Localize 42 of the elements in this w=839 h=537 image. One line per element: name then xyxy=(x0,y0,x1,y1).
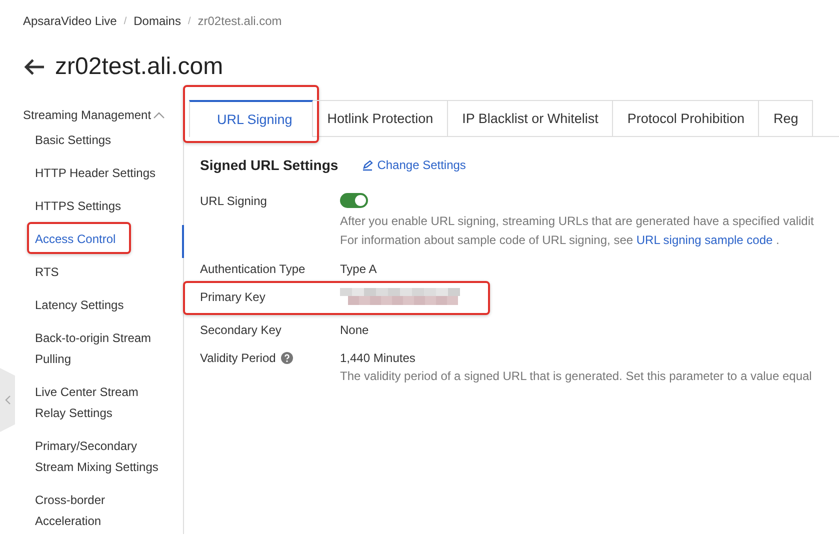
chevron-left-icon xyxy=(4,395,10,405)
sidebar-item[interactable]: HTTPS Settings xyxy=(23,192,171,225)
sidebar-item[interactable]: Back-to-origin Stream Pulling xyxy=(23,324,171,378)
field-description: After you enable URL signing, streaming URLs that are generated have a specified validit xyxy=(340,213,815,230)
field-value: 1,440 Minutes xyxy=(340,351,416,365)
change-settings-link[interactable]: Change Settings xyxy=(362,158,466,172)
sample-code-link[interactable]: URL signing sample code xyxy=(636,233,773,247)
field-label: URL Signing xyxy=(200,194,267,208)
sidebar-item[interactable]: Latency Settings xyxy=(23,291,171,324)
chevron-up-icon[interactable] xyxy=(153,111,166,119)
help-icon[interactable] xyxy=(280,352,293,364)
field-label: Secondary Key xyxy=(200,323,282,337)
field-value: None xyxy=(340,323,369,337)
page-title: zr02test.ali.com xyxy=(55,53,224,81)
sidebar-item[interactable]: Live Center Stream Relay Settings xyxy=(23,378,171,432)
field-description: For information about sample code of URL signing, see URL signing sample code . xyxy=(340,232,780,249)
tab[interactable]: Hotlink Protection xyxy=(313,100,448,136)
section-title: Signed URL Settings xyxy=(200,157,338,173)
breadcrumb-separator: / xyxy=(188,16,191,26)
breadcrumb-item[interactable]: ApsaraVideo Live xyxy=(23,14,117,28)
sidebar-item[interactable]: Basic Settings xyxy=(23,126,171,159)
sidebar-item[interactable]: RTS xyxy=(23,258,171,291)
field-value: Type A xyxy=(340,262,377,276)
breadcrumb-item[interactable]: Domains xyxy=(134,14,181,28)
field-label: Validity Period xyxy=(200,351,276,365)
tab[interactable]: IP Blacklist or Whitelist xyxy=(448,100,614,136)
sidebar-item[interactable]: HTTP Header Settings xyxy=(23,159,171,192)
tab[interactable]: URL Signing xyxy=(189,100,314,137)
tab[interactable]: Reg xyxy=(759,100,814,136)
sidebar-item[interactable]: Primary/Secondary Stream Mixing Settings xyxy=(23,432,171,486)
tab[interactable]: Protocol Prohibition xyxy=(613,100,760,136)
field-description: The validity period of a signed URL that is generated. Set this parameter to a value equal xyxy=(340,368,813,385)
breadcrumb-separator: / xyxy=(124,16,127,26)
sidebar-item[interactable]: Cross-border Acceleration xyxy=(23,486,171,537)
field-label: Primary Key xyxy=(200,290,266,304)
back-arrow-icon[interactable] xyxy=(23,58,45,76)
edit-icon xyxy=(362,160,374,170)
sidebar-group-label[interactable]: Streaming Management xyxy=(23,108,152,122)
url-signing-switch[interactable] xyxy=(340,193,368,208)
breadcrumb-item: zr02test.ali.com xyxy=(198,14,282,28)
field-label: Authentication Type xyxy=(200,262,306,276)
sidebar-item[interactable]: Access Control xyxy=(23,225,171,258)
